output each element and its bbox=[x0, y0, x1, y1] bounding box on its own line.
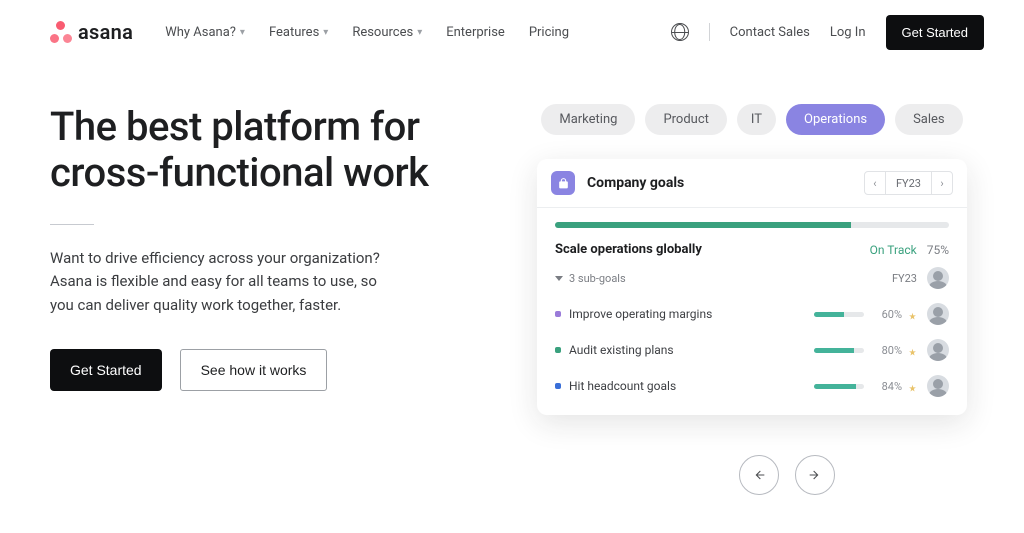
sub-goal-pct: 84% bbox=[872, 380, 902, 393]
sub-goal-name: Improve operating margins bbox=[569, 307, 814, 321]
nav-enterprise[interactable]: Enterprise bbox=[446, 25, 505, 40]
carousel-prev[interactable] bbox=[739, 455, 779, 495]
divider bbox=[50, 224, 94, 225]
sub-goal-bar bbox=[814, 384, 864, 389]
sub-goal-pct: 60% bbox=[872, 308, 902, 321]
status-text: On Track bbox=[870, 243, 917, 257]
tab-operations[interactable]: Operations bbox=[786, 104, 885, 135]
nav-label: Why Asana? bbox=[165, 25, 236, 40]
nav-right: Contact Sales Log In Get Started bbox=[671, 15, 984, 50]
spark-icon bbox=[908, 382, 917, 391]
main-goal-status: On Track bbox=[864, 243, 917, 257]
separator bbox=[709, 23, 710, 41]
globe-icon[interactable] bbox=[671, 23, 689, 41]
collapse-icon bbox=[555, 276, 563, 281]
sub-goal-list: Improve operating margins 60% Audit existi… bbox=[555, 303, 949, 397]
tab-sales[interactable]: Sales bbox=[895, 104, 963, 135]
sub-goal-row[interactable]: Audit existing plans 80% bbox=[555, 339, 949, 361]
sub-goal-name: Hit headcount goals bbox=[569, 379, 814, 393]
nav-label: Pricing bbox=[529, 25, 569, 40]
avatar[interactable] bbox=[927, 267, 949, 289]
nav-label: Resources bbox=[352, 25, 413, 40]
primary-nav: Why Asana? ▾ Features ▾ Resources ▾ Ente… bbox=[165, 25, 569, 40]
brand-name: asana bbox=[78, 20, 133, 44]
hero-title: The best platform for cross-functional w… bbox=[50, 104, 480, 196]
sub-goal-row[interactable]: Hit headcount goals 84% bbox=[555, 375, 949, 397]
card-title: Company goals bbox=[587, 175, 684, 191]
goals-icon bbox=[551, 171, 575, 195]
carousel-next[interactable] bbox=[795, 455, 835, 495]
card-body: Scale operations globally On Track 75% 3… bbox=[537, 208, 967, 415]
chevron-down-icon: ▾ bbox=[323, 27, 328, 38]
top-nav: asana Why Asana? ▾ Features ▾ Resources … bbox=[0, 0, 1024, 54]
tab-marketing[interactable]: Marketing bbox=[541, 104, 635, 135]
sub-goal-bar bbox=[814, 348, 864, 353]
sub-goal-name: Audit existing plans bbox=[569, 343, 814, 357]
login-link[interactable]: Log In bbox=[830, 25, 866, 40]
sub-goals-header[interactable]: 3 sub-goals FY23 bbox=[555, 267, 949, 289]
goal-color-dot bbox=[555, 311, 561, 317]
nav-pricing[interactable]: Pricing bbox=[529, 25, 569, 40]
nav-features[interactable]: Features ▾ bbox=[269, 25, 328, 40]
hero: The best platform for cross-functional w… bbox=[0, 54, 1024, 495]
avatar[interactable] bbox=[927, 339, 949, 361]
chevron-down-icon: ▾ bbox=[240, 27, 245, 38]
avatar[interactable] bbox=[927, 303, 949, 325]
contact-sales-link[interactable]: Contact Sales bbox=[730, 25, 810, 40]
goal-color-dot bbox=[555, 383, 561, 389]
sub-goal-pct: 80% bbox=[872, 344, 902, 357]
asana-icon bbox=[50, 21, 72, 43]
nav-why-asana[interactable]: Why Asana? ▾ bbox=[165, 25, 245, 40]
goals-card: Company goals ‹ FY23 › Scale operations … bbox=[537, 159, 967, 415]
sub-goals-period: FY23 bbox=[892, 272, 917, 285]
main-goal-pct: 75% bbox=[927, 243, 949, 257]
spark-icon bbox=[908, 310, 917, 319]
nav-label: Enterprise bbox=[446, 25, 505, 40]
chevron-down-icon: ▾ bbox=[417, 27, 422, 38]
progress-track bbox=[555, 222, 949, 228]
audience-tabs: Marketing Product IT Operations Sales bbox=[541, 104, 962, 135]
nav-label: Features bbox=[269, 25, 319, 40]
period-prev[interactable]: ‹ bbox=[865, 172, 885, 194]
brand-logo[interactable]: asana bbox=[50, 20, 133, 44]
sub-goal-bar bbox=[814, 312, 864, 317]
period-picker: ‹ FY23 › bbox=[864, 171, 953, 195]
sub-goals-count: 3 sub-goals bbox=[569, 272, 626, 285]
nav-resources[interactable]: Resources ▾ bbox=[352, 25, 422, 40]
progress-fill bbox=[555, 222, 851, 228]
period-label[interactable]: FY23 bbox=[885, 172, 932, 194]
carousel-controls bbox=[739, 455, 835, 495]
sub-goal-row[interactable]: Improve operating margins 60% bbox=[555, 303, 949, 325]
get-started-button[interactable]: Get Started bbox=[886, 15, 984, 50]
hero-get-started-button[interactable]: Get Started bbox=[50, 349, 162, 391]
avatar[interactable] bbox=[927, 375, 949, 397]
card-header: Company goals ‹ FY23 › bbox=[537, 159, 967, 208]
hero-copy: The best platform for cross-functional w… bbox=[50, 104, 480, 495]
see-how-it-works-button[interactable]: See how it works bbox=[180, 349, 328, 391]
main-goal-name: Scale operations globally bbox=[555, 242, 702, 257]
tab-product[interactable]: Product bbox=[645, 104, 726, 135]
main-goal-row[interactable]: Scale operations globally On Track 75% bbox=[555, 242, 949, 257]
hero-desc: Want to drive efficiency across your org… bbox=[50, 247, 390, 317]
goal-color-dot bbox=[555, 347, 561, 353]
spark-icon bbox=[908, 346, 917, 355]
period-next[interactable]: › bbox=[932, 172, 952, 194]
cta-row: Get Started See how it works bbox=[50, 349, 480, 391]
tab-it[interactable]: IT bbox=[737, 104, 776, 135]
demo-stage: Marketing Product IT Operations Sales Co… bbox=[520, 104, 984, 495]
